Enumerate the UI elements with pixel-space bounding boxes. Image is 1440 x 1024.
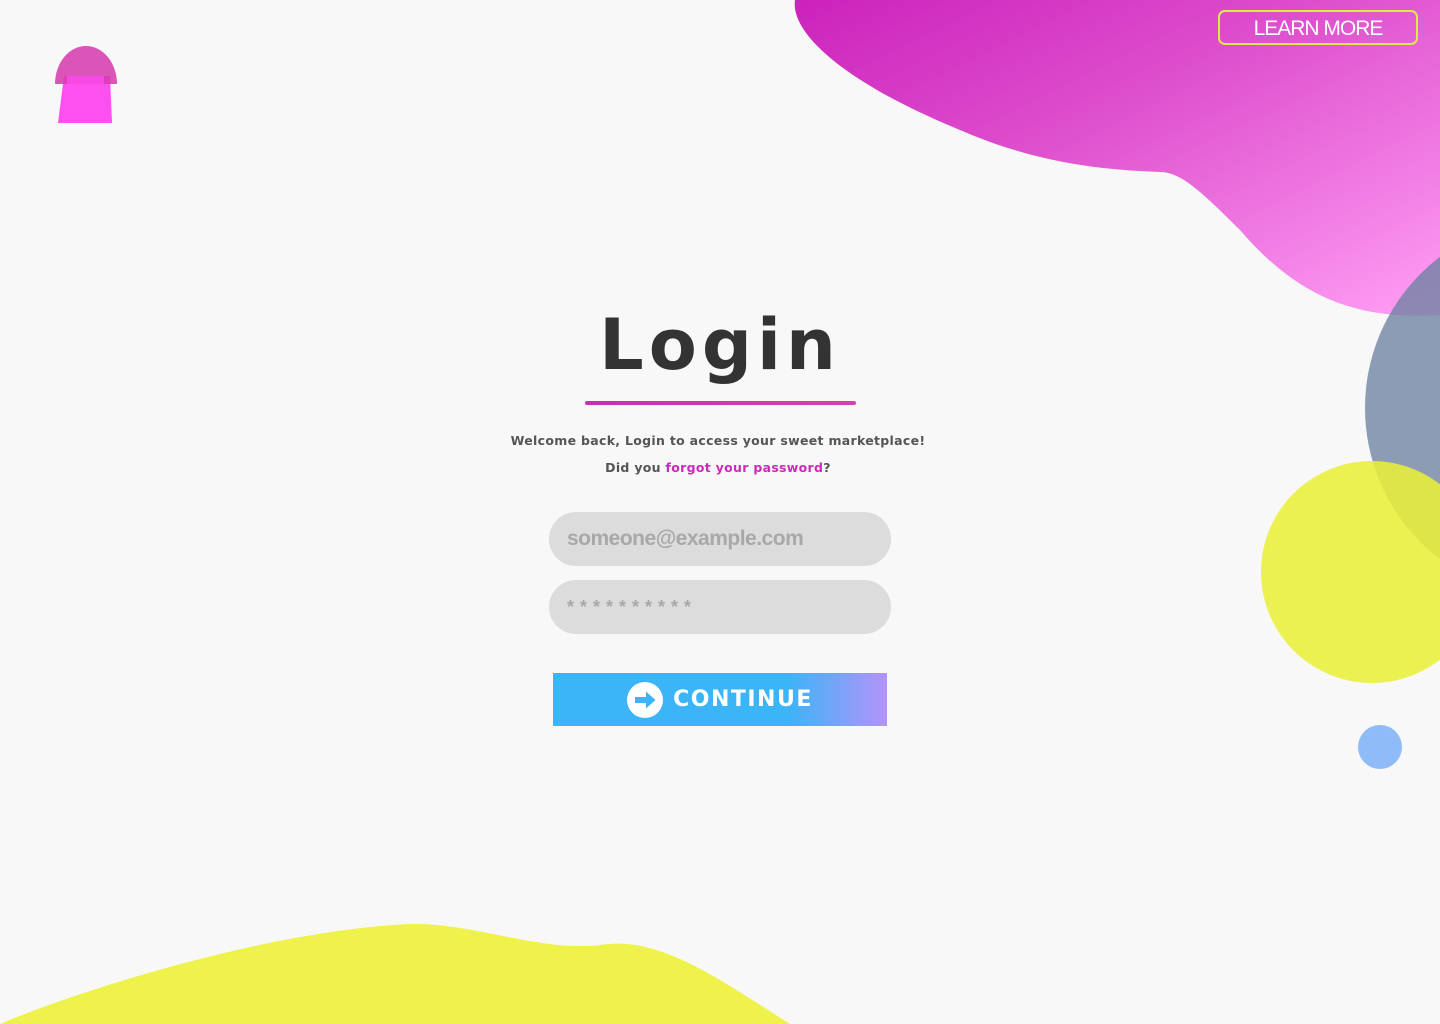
arrow-right-circle-icon	[627, 681, 664, 718]
yellow-circle-shape	[1261, 461, 1440, 683]
login-page: LEARN MORE Login Welcome back, Login to …	[0, 0, 1440, 1024]
forgot-password-link[interactable]: forgot your password	[666, 460, 824, 475]
learn-more-button[interactable]: LEARN MORE	[1218, 10, 1418, 45]
welcome-text: Welcome back, Login to access your sweet…	[510, 433, 926, 448]
yellow-wave-shape	[0, 923, 790, 1024]
forgot-password-text: Did you forgot your password?	[480, 460, 956, 475]
page-title: Login	[599, 304, 841, 386]
title-underline	[585, 401, 856, 405]
forgot-suffix: ?	[823, 460, 831, 475]
password-field[interactable]	[549, 580, 891, 634]
forgot-prefix: Did you	[605, 460, 666, 475]
continue-label: CONTINUE	[673, 687, 813, 712]
pink-blob-shape	[794, 0, 1440, 316]
email-field[interactable]	[549, 512, 891, 566]
blue-dot-shape	[1358, 725, 1402, 769]
continue-button[interactable]: CONTINUE	[553, 673, 887, 726]
mushroom-logo-icon[interactable]	[54, 46, 118, 126]
